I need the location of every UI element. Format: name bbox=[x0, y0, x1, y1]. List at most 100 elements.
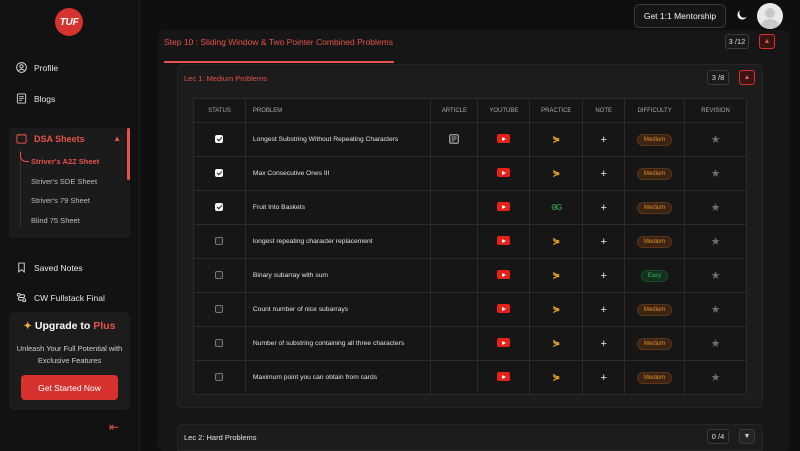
status-checkbox[interactable] bbox=[215, 236, 224, 245]
star-icon[interactable]: ★ bbox=[711, 304, 721, 316]
youtube-icon[interactable] bbox=[497, 338, 511, 347]
sheet-item-blind75[interactable]: Blind 75 Sheet bbox=[31, 216, 80, 225]
youtube-icon[interactable] bbox=[497, 372, 511, 381]
status-cell bbox=[193, 258, 246, 293]
status-checkbox[interactable] bbox=[215, 304, 224, 313]
problem-name[interactable]: Maximum point you can obtain from cards bbox=[244, 360, 432, 395]
collapse-sidebar-icon[interactable]: ⇤ bbox=[109, 420, 119, 434]
star-icon[interactable]: ★ bbox=[711, 236, 721, 248]
codingninjas-icon[interactable]: ⋟ bbox=[552, 304, 560, 314]
codingninjas-icon[interactable]: ⋟ bbox=[552, 134, 560, 144]
add-note-icon[interactable]: + bbox=[600, 168, 606, 180]
status-checkbox[interactable] bbox=[215, 270, 224, 279]
table-row: Number of substring containing all three… bbox=[193, 326, 747, 361]
star-icon[interactable]: ★ bbox=[711, 202, 721, 214]
youtube-icon[interactable] bbox=[497, 202, 511, 211]
difficulty-badge: Medium bbox=[636, 201, 673, 214]
lecture-title[interactable]: Lec 2: Hard Problems bbox=[184, 433, 257, 442]
problem-name[interactable]: Longest Substring Without Repeating Char… bbox=[244, 122, 432, 157]
table-row: Maximum point you can obtain from cards ⋟… bbox=[193, 360, 747, 395]
dsa-sheets-toggle[interactable]: DSA Sheets bbox=[16, 133, 85, 144]
step-collapse-button[interactable]: ▲ bbox=[759, 34, 775, 49]
step-title[interactable]: Step 10 : Sliding Window & Two Pointer C… bbox=[164, 37, 393, 47]
status-checkbox[interactable] bbox=[215, 134, 224, 143]
youtube-icon[interactable] bbox=[497, 168, 511, 177]
add-note-icon[interactable]: + bbox=[600, 236, 606, 248]
get-started-button[interactable]: Get Started Now bbox=[21, 375, 118, 400]
sidebar-item-saved-notes[interactable]: Saved Notes bbox=[16, 262, 83, 273]
step-progress-bar bbox=[164, 61, 394, 63]
problem-name[interactable]: Number of substring containing all three… bbox=[244, 326, 432, 361]
upgrade-title-plus: Plus bbox=[93, 320, 116, 332]
sheet-item-a2z[interactable]: Striver's A2Z Sheet bbox=[31, 157, 99, 166]
codingninjas-icon[interactable]: ⋟ bbox=[552, 270, 560, 280]
article-cell bbox=[430, 190, 479, 225]
lecture-title[interactable]: Lec 1: Medium Problems bbox=[184, 74, 267, 83]
lecture-panel bbox=[177, 424, 763, 451]
lecture-expand-button[interactable]: ▼ bbox=[739, 429, 755, 444]
lecture-progress-count: 3 /8 bbox=[707, 70, 729, 85]
star-icon[interactable]: ★ bbox=[711, 134, 721, 146]
sidebar-item-blogs[interactable]: Blogs bbox=[16, 93, 55, 104]
youtube-cell bbox=[477, 258, 531, 293]
header-status: STATUS bbox=[193, 98, 246, 123]
status-cell bbox=[193, 360, 246, 395]
difficulty-cell: Medium bbox=[624, 360, 686, 395]
chevron-up-icon: ▲ bbox=[743, 74, 751, 81]
sheet-item-79[interactable]: Striver's 79 Sheet bbox=[31, 196, 90, 205]
star-icon[interactable]: ★ bbox=[711, 372, 721, 384]
star-icon[interactable]: ★ bbox=[711, 168, 721, 180]
status-checkbox[interactable] bbox=[215, 202, 224, 211]
dsa-sheets-section: DSA Sheets ▲ Striver's A2Z Sheet Striver… bbox=[9, 128, 130, 238]
problem-name[interactable]: Count number of nice subarrays bbox=[244, 292, 432, 327]
lecture-collapse-button[interactable]: ▲ bbox=[739, 70, 755, 85]
route-icon bbox=[16, 292, 27, 303]
sheet-item-sde[interactable]: Striver's SDE Sheet bbox=[31, 177, 97, 186]
add-note-icon[interactable]: + bbox=[600, 134, 606, 146]
youtube-icon[interactable] bbox=[497, 134, 511, 143]
problem-name[interactable]: Max Consecutive Ones III bbox=[244, 156, 432, 191]
youtube-icon[interactable] bbox=[497, 304, 511, 313]
article-icon[interactable] bbox=[449, 133, 460, 146]
status-checkbox[interactable] bbox=[215, 372, 224, 381]
problem-name[interactable]: longest repeating character replacement bbox=[244, 224, 432, 259]
sidebar-item-profile[interactable]: Profile bbox=[16, 62, 58, 73]
youtube-cell bbox=[477, 292, 531, 327]
add-note-icon[interactable]: + bbox=[600, 338, 606, 350]
tuf-logo[interactable]: TUF bbox=[55, 8, 83, 36]
add-note-icon[interactable]: + bbox=[600, 304, 606, 316]
codingninjas-icon[interactable]: ⋟ bbox=[552, 338, 560, 348]
step-progress-count: 3 /12 bbox=[725, 34, 749, 49]
scrollbar[interactable] bbox=[127, 128, 130, 180]
sidebar-item-cw-fullstack[interactable]: CW Fullstack Final bbox=[16, 292, 105, 303]
chevron-up-icon[interactable]: ▲ bbox=[113, 134, 121, 143]
avatar[interactable] bbox=[757, 3, 783, 29]
difficulty-badge: Medium bbox=[636, 371, 673, 384]
header-note: NOTE bbox=[582, 98, 626, 123]
codingninjas-icon[interactable]: ⋟ bbox=[552, 168, 560, 178]
note-cell: + bbox=[582, 360, 626, 395]
problem-name[interactable]: Binary subarray with sum bbox=[244, 258, 432, 293]
moon-icon[interactable] bbox=[736, 9, 748, 21]
add-note-icon[interactable]: + bbox=[600, 202, 606, 214]
youtube-icon[interactable] bbox=[497, 270, 511, 279]
add-note-icon[interactable]: + bbox=[600, 270, 606, 282]
youtube-icon[interactable] bbox=[497, 236, 511, 245]
practice-cell: ⋟ bbox=[529, 122, 584, 157]
mentorship-button[interactable]: Get 1:1 Mentorship bbox=[634, 4, 726, 28]
header-youtube: YOUTUBE bbox=[477, 98, 531, 123]
note-cell: + bbox=[582, 326, 626, 361]
star-icon[interactable]: ★ bbox=[711, 270, 721, 282]
status-checkbox[interactable] bbox=[215, 338, 224, 347]
practice-cell: ⋟ bbox=[529, 258, 584, 293]
status-checkbox[interactable] bbox=[215, 168, 224, 177]
gfg-icon[interactable]: ƏG bbox=[551, 203, 562, 212]
add-note-icon[interactable]: + bbox=[600, 372, 606, 384]
header-article: ARTICLE bbox=[430, 98, 479, 123]
problem-name[interactable]: Fruit Into Baskets bbox=[244, 190, 432, 225]
difficulty-cell: Medium bbox=[624, 156, 686, 191]
table-row: Count number of nice subarrays ⋟ + Medium ★ bbox=[193, 292, 747, 327]
star-icon[interactable]: ★ bbox=[711, 338, 721, 350]
codingninjas-icon[interactable]: ⋟ bbox=[552, 372, 560, 382]
codingninjas-icon[interactable]: ⋟ bbox=[552, 236, 560, 246]
